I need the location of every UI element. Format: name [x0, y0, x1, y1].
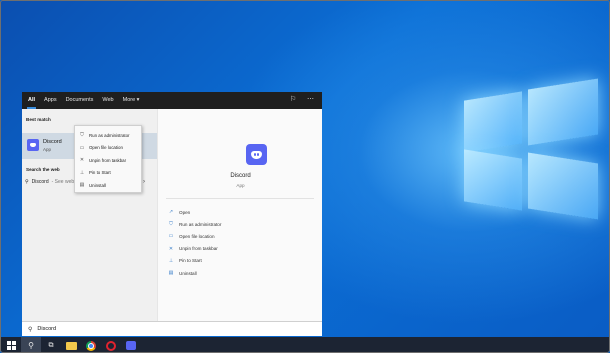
task-view-button[interactable]: ⧉ [41, 337, 61, 352]
windows-logo-wallpaper [456, 76, 606, 226]
search-icon: ⚲ [28, 341, 34, 350]
context-item-label: Run as administrator [89, 132, 130, 138]
trash-icon: ▤ [168, 270, 174, 277]
discord-app-icon-large [246, 144, 267, 165]
context-item-label: Unpin from taskbar [89, 157, 127, 163]
folder-icon [65, 341, 77, 350]
feedback-icon[interactable]: ⚐ [290, 96, 296, 104]
action-uninstall[interactable]: ▤ Uninstall [168, 267, 221, 279]
context-pin-start[interactable]: ⊥ Pin to Start [75, 167, 141, 180]
action-run-as-admin[interactable]: ⛉ Run as administrator [168, 218, 221, 230]
tab-all[interactable]: All [26, 92, 37, 109]
best-match-name: Discord [43, 139, 62, 145]
folder-icon: ▭ [168, 233, 174, 240]
taskbar-search-box[interactable]: ⚲ Discord [22, 321, 322, 336]
search-panel: All Apps Documents Web More ▾ ⚐ ⋯ Best m… [22, 92, 322, 321]
tab-web[interactable]: Web [102, 92, 113, 109]
search-tabs-bar: All Apps Documents Web More ▾ ⚐ ⋯ [22, 92, 322, 109]
search-icon: ⚲ [25, 179, 29, 185]
context-open-file-location[interactable]: ▭ Open file location [75, 142, 141, 155]
windows-start-icon [6, 341, 16, 350]
context-uninstall[interactable]: ▤ Uninstall [75, 179, 141, 192]
context-item-label: Uninstall [89, 182, 106, 188]
search-web-label: Search the web [26, 167, 60, 172]
preview-actions: ↗ Open ⛉ Run as administrator ▭ Open file l… [168, 206, 222, 279]
chevron-right-icon[interactable]: › [143, 179, 145, 185]
opera-icon [106, 340, 116, 351]
search-icon: ⚲ [28, 326, 33, 333]
shield-icon: ⛉ [80, 132, 84, 139]
context-menu: ⛉ Run as administrator ▭ Open file locatio… [74, 125, 142, 193]
action-label: Open file location [179, 233, 215, 239]
folder-icon: ▭ [79, 144, 85, 151]
file-explorer-button[interactable] [61, 337, 81, 352]
task-view-icon: ⧉ [48, 341, 54, 349]
tab-documents[interactable]: Documents [66, 92, 94, 109]
action-label: Run as administrator [179, 221, 222, 227]
web-result-name: Discord [31, 179, 49, 185]
screen: All Apps Documents Web More ▾ ⚐ ⋯ Best m… [0, 0, 610, 353]
search-input[interactable]: Discord [37, 326, 56, 332]
action-open-file-location[interactable]: ▭ Open file location [168, 230, 221, 242]
action-pin-start[interactable]: ⊥ Pin to Start [168, 255, 221, 267]
more-options-icon[interactable]: ⋯ [307, 96, 314, 104]
discord-icon [126, 341, 136, 350]
pin-icon: ⊥ [79, 169, 85, 176]
search-button[interactable]: ⚲ [21, 337, 41, 352]
action-open[interactable]: ↗ Open [168, 206, 221, 218]
start-button[interactable] [1, 337, 21, 352]
taskbar: ⚲ ⧉ [1, 337, 609, 352]
tab-more[interactable]: More ▾ [123, 92, 140, 109]
unpin-icon: ✕ [168, 245, 174, 252]
preview-pane: Discord App ↗ Open ⛉ Run as administrator … [157, 109, 322, 321]
shield-icon: ⛉ [169, 221, 173, 228]
action-label: Pin to Start [179, 258, 202, 264]
best-match-type: App [43, 147, 52, 152]
best-match-label: Best match [26, 117, 51, 122]
opera-button[interactable] [101, 337, 121, 352]
context-item-label: Pin to Start [89, 170, 111, 176]
open-icon: ↗ [168, 209, 174, 216]
action-label: Unpin from taskbar [179, 246, 218, 252]
action-label: Uninstall [179, 270, 197, 276]
discord-button[interactable] [121, 337, 141, 352]
preview-subtitle: App [236, 183, 245, 188]
trash-icon: ▤ [79, 182, 85, 189]
pin-icon: ⊥ [168, 257, 174, 264]
context-unpin-taskbar[interactable]: ✕ Unpin from taskbar [75, 154, 141, 167]
context-item-label: Open file location [89, 145, 123, 151]
chrome-button[interactable] [81, 337, 101, 352]
action-label: Open [179, 209, 191, 215]
preview-title: Discord [230, 173, 251, 179]
unpin-icon: ✕ [79, 157, 85, 164]
chrome-icon [86, 340, 96, 351]
action-unpin-taskbar[interactable]: ✕ Unpin from taskbar [168, 243, 221, 255]
divider [166, 198, 314, 199]
tab-apps[interactable]: Apps [44, 92, 57, 109]
context-run-as-admin[interactable]: ⛉ Run as administrator [75, 129, 141, 142]
discord-app-icon [27, 139, 39, 151]
